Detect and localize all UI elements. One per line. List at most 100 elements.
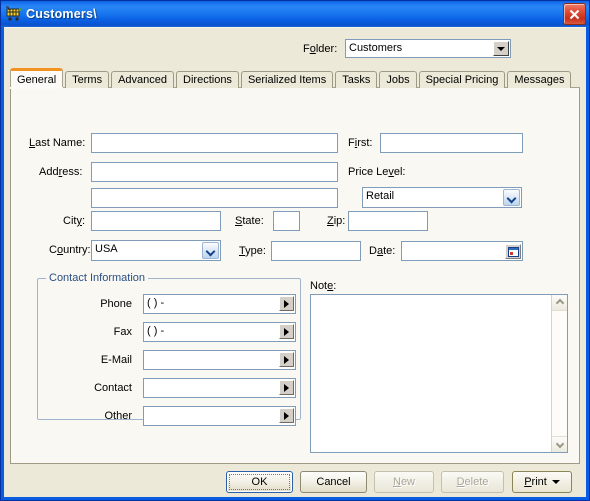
phone-menu-button[interactable] bbox=[279, 296, 294, 311]
window-titlebar[interactable]: Customers\ bbox=[1, 1, 589, 27]
address-line2-input[interactable] bbox=[91, 188, 338, 208]
chevron-up-icon bbox=[556, 300, 563, 306]
scroll-up-button[interactable] bbox=[552, 295, 567, 311]
country-combobox[interactable]: USA bbox=[91, 240, 221, 261]
state-input[interactable] bbox=[273, 211, 300, 231]
other-label: Other bbox=[104, 410, 132, 422]
tab-label: Jobs bbox=[386, 74, 410, 86]
country-dropdown-button[interactable] bbox=[202, 242, 219, 259]
note-value[interactable] bbox=[311, 295, 551, 452]
other-menu-button[interactable] bbox=[279, 408, 294, 423]
scroll-down-button[interactable] bbox=[552, 436, 567, 452]
contact-menu-button[interactable] bbox=[279, 380, 294, 395]
first-name-input[interactable] bbox=[380, 133, 523, 153]
tab-messages[interactable]: Messages bbox=[507, 71, 572, 88]
new-button-label: New bbox=[392, 476, 415, 488]
price-level-label: Price Level: bbox=[348, 166, 406, 178]
phone-label: Phone bbox=[100, 298, 132, 310]
phone-value: ( ) - bbox=[147, 297, 165, 309]
country-value: USA bbox=[95, 243, 118, 255]
chevron-down-icon bbox=[207, 247, 214, 254]
delete-button: Delete bbox=[441, 471, 504, 493]
price-level-combobox[interactable]: Retail bbox=[362, 187, 522, 208]
zip-input[interactable] bbox=[348, 211, 428, 231]
print-button-label: Print bbox=[524, 476, 547, 488]
delete-button-label: Delete bbox=[456, 476, 489, 488]
arrow-right-icon bbox=[284, 327, 289, 336]
arrow-right-icon bbox=[284, 411, 289, 420]
contact-field[interactable] bbox=[143, 378, 296, 398]
tab-tasks[interactable]: Tasks bbox=[335, 71, 378, 88]
tab-advanced[interactable]: Advanced bbox=[111, 71, 175, 88]
cancel-button[interactable]: Cancel bbox=[300, 471, 367, 493]
city-input[interactable] bbox=[91, 211, 221, 231]
tab-label: Directions bbox=[183, 74, 232, 86]
close-icon[interactable] bbox=[563, 3, 586, 25]
chevron-down-icon bbox=[508, 194, 515, 201]
shopping-cart-icon bbox=[5, 6, 22, 22]
other-value bbox=[144, 407, 279, 425]
tab-label: Special Pricing bbox=[425, 74, 499, 86]
fax-label: Fax bbox=[113, 326, 132, 338]
email-menu-button[interactable] bbox=[279, 352, 294, 367]
new-button: New bbox=[374, 471, 434, 493]
tab-label: General bbox=[17, 73, 57, 86]
email-field[interactable] bbox=[143, 350, 296, 370]
tab-terms[interactable]: Terms bbox=[65, 71, 110, 88]
window-title: Customers\ bbox=[26, 7, 97, 21]
fax-field[interactable]: ( ) - bbox=[143, 322, 296, 342]
first-name-label: First: bbox=[348, 137, 373, 149]
price-level-dropdown-button[interactable] bbox=[503, 189, 520, 206]
calendar-picker-button[interactable] bbox=[505, 244, 521, 259]
folder-value: Customers bbox=[349, 42, 403, 54]
country-label: Country: bbox=[49, 244, 91, 256]
dialog-client-area: Folder: Customers General Terms Advanced… bbox=[4, 27, 586, 497]
tab-jobs[interactable]: Jobs bbox=[379, 71, 417, 88]
date-label: Date: bbox=[369, 245, 396, 257]
tab-serialized-items[interactable]: Serialized Items bbox=[240, 71, 334, 88]
dialog-window: Customers\ Folder: Customers General Ter… bbox=[0, 0, 590, 501]
tab-label: Advanced bbox=[118, 74, 168, 86]
chevron-down-icon bbox=[497, 46, 505, 51]
tab-label: Serialized Items bbox=[247, 74, 327, 86]
tab-general[interactable]: General bbox=[10, 68, 64, 89]
price-level-value: Retail bbox=[366, 190, 395, 202]
fax-value: ( ) - bbox=[147, 325, 165, 337]
tabstrip: General Terms Advanced Directions Serial… bbox=[10, 68, 573, 89]
address-line1-input[interactable] bbox=[91, 162, 338, 182]
note-label: Note: bbox=[310, 280, 337, 292]
tab-special-pricing[interactable]: Special Pricing bbox=[418, 71, 506, 88]
email-value bbox=[144, 351, 279, 369]
state-label: State: bbox=[235, 215, 264, 227]
note-textarea[interactable] bbox=[310, 294, 568, 453]
phone-field[interactable]: ( ) - bbox=[143, 294, 296, 314]
scrollbar-track[interactable] bbox=[552, 311, 567, 436]
note-scrollbar[interactable] bbox=[551, 295, 567, 452]
dialog-button-row: OK Cancel New Delete Print bbox=[4, 471, 586, 501]
cancel-button-label: Cancel bbox=[316, 476, 351, 488]
last-name-label: Last Name: bbox=[29, 137, 86, 149]
other-field[interactable] bbox=[143, 406, 296, 426]
arrow-right-icon bbox=[284, 299, 289, 308]
folder-combobox[interactable]: Customers bbox=[345, 39, 511, 58]
type-input[interactable] bbox=[271, 241, 361, 261]
calendar-icon bbox=[507, 246, 519, 257]
folder-dropdown-button[interactable] bbox=[493, 41, 509, 56]
email-label: E-Mail bbox=[100, 354, 132, 366]
fax-menu-button[interactable] bbox=[279, 324, 294, 339]
chevron-down-icon bbox=[556, 442, 563, 448]
focus-indicator bbox=[229, 474, 290, 490]
contact-information-group: Contact Information Phone ( ) - Fax ( ) … bbox=[37, 272, 301, 426]
arrow-right-icon bbox=[284, 383, 289, 392]
contact-information-title: Contact Information bbox=[46, 272, 148, 284]
tab-directions[interactable]: Directions bbox=[176, 71, 239, 88]
general-tab-panel: Last Name: First: Address: Price Level: … bbox=[10, 87, 580, 464]
last-name-input[interactable] bbox=[91, 133, 338, 153]
tab-label: Tasks bbox=[342, 74, 371, 86]
ok-button[interactable]: OK bbox=[226, 471, 293, 493]
city-label: City: bbox=[63, 215, 86, 227]
arrow-right-icon bbox=[284, 355, 289, 364]
contact-label: Contact bbox=[94, 382, 132, 394]
print-button[interactable]: Print bbox=[512, 471, 572, 493]
chevron-down-icon bbox=[551, 480, 560, 484]
